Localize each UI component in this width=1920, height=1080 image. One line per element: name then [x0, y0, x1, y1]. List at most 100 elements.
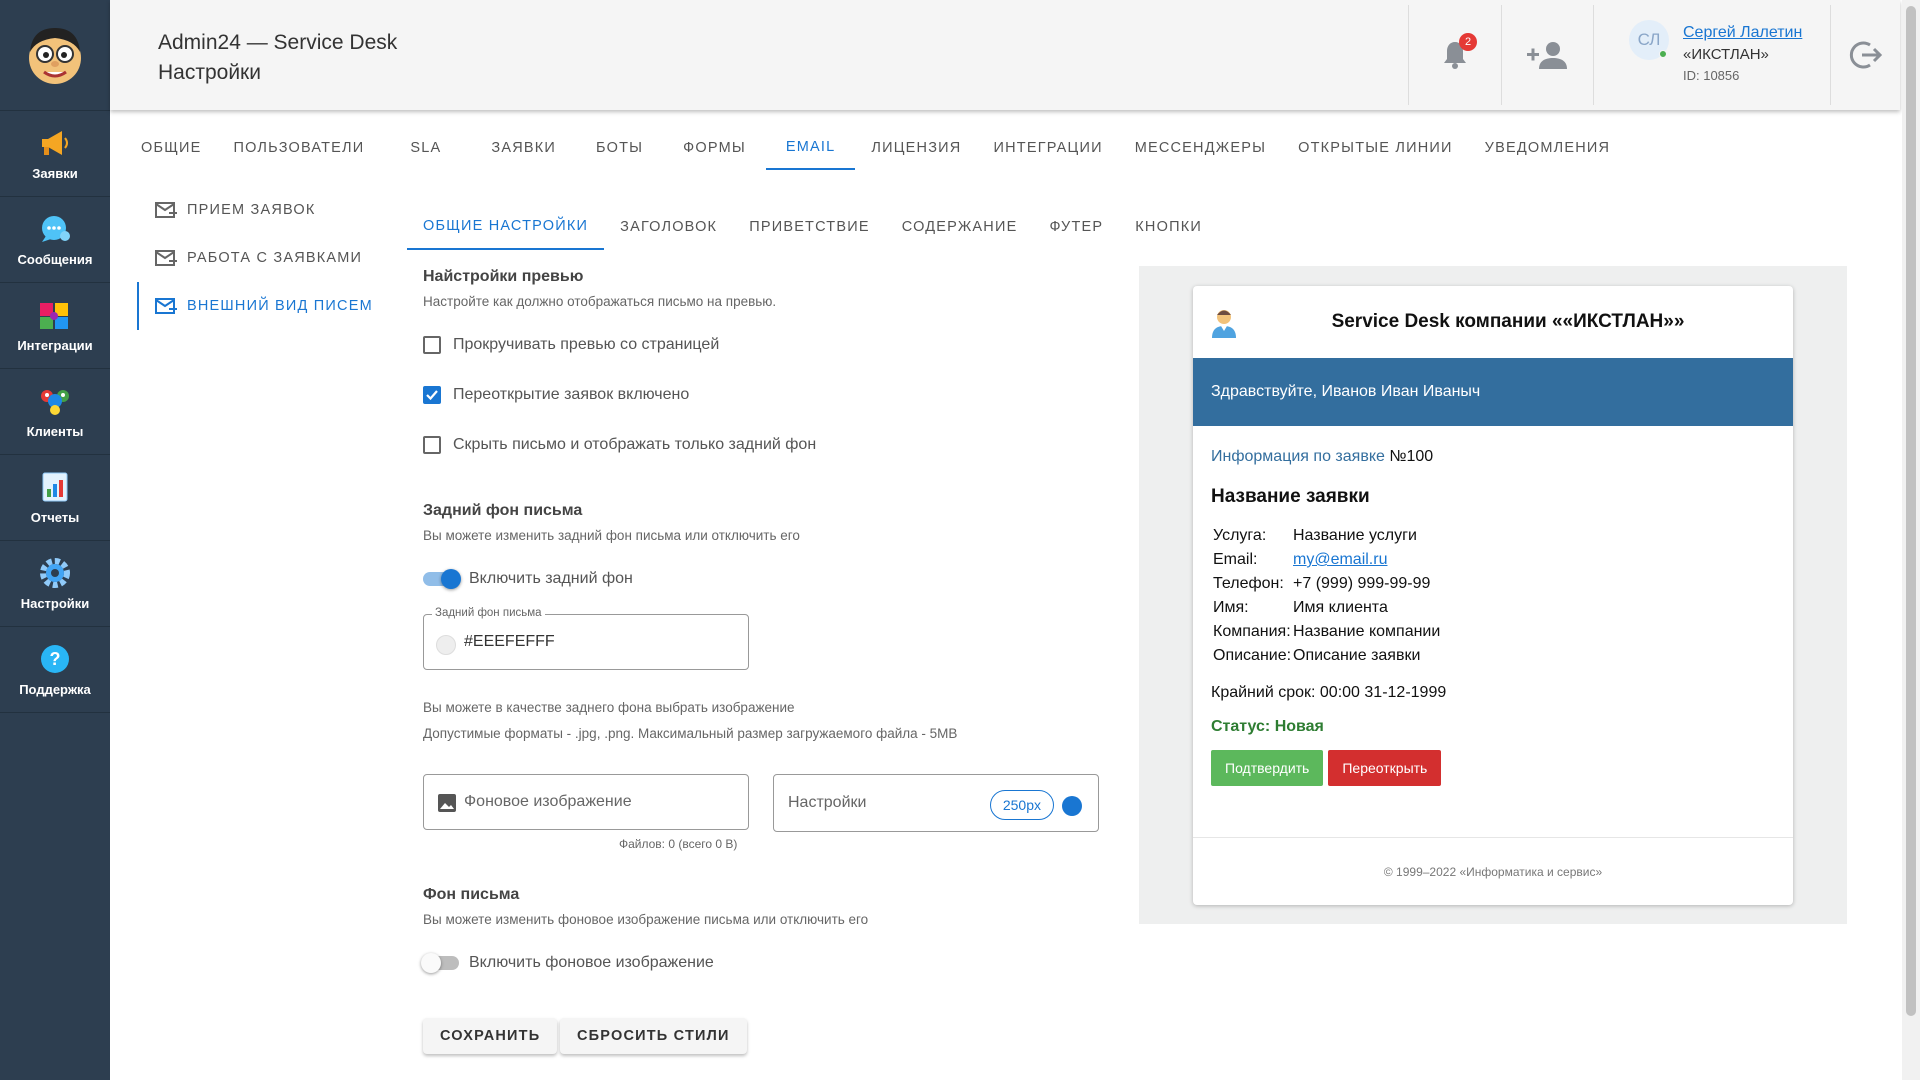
- user-name-link[interactable]: Сергей Лалетин: [1683, 22, 1802, 44]
- tab-forms[interactable]: ФОРМЫ: [663, 126, 766, 170]
- tab-notifications[interactable]: УВЕДОМЛЕНИЯ: [1469, 126, 1626, 170]
- subnav-item-appearance[interactable]: ВНЕШНИЙ ВИД ПИСЕМ: [137, 282, 377, 330]
- background-color-field[interactable]: Задний фон письма #EEEFEFFF: [423, 607, 749, 670]
- hide-letter-checkbox[interactable]: Скрыть письмо и отображать только задний…: [423, 436, 816, 454]
- field-label: Задний фон письма: [432, 607, 545, 619]
- settings-tabs: ОБЩИЕ ПОЛЬЗОВАТЕЛИ SLA ЗАЯВКИ БОТЫ ФОРМЫ…: [125, 126, 1626, 170]
- user-id: ID: 10856: [1683, 68, 1740, 83]
- files-info: Файлов: 0 (всего 0 B): [619, 837, 738, 851]
- detail-row: Телефон: +7 (999) 999-99-99: [1211, 572, 1775, 596]
- sidebar-item-messages[interactable]: Сообщения: [0, 197, 110, 283]
- page-title: Настройки: [158, 61, 261, 84]
- mail-in-icon: [155, 201, 177, 219]
- scroll-preview-checkbox[interactable]: Прокручивать превью со страницей: [423, 336, 719, 354]
- tab-license[interactable]: ЛИЦЕНЗИЯ: [855, 126, 977, 170]
- request-details: Услуга: Название услуги Email: my@email.ru…: [1211, 524, 1775, 668]
- mail-appearance-icon: [155, 297, 177, 315]
- sidebar-item-support[interactable]: ? Поддержка: [0, 627, 110, 713]
- tab-email[interactable]: EMAIL: [765, 126, 856, 170]
- deadline-label: Крайний срок:: [1211, 684, 1316, 701]
- checkbox-icon: [423, 436, 441, 454]
- image-hint: Вы можете в качестве заднего фона выбрат…: [423, 700, 795, 715]
- notifications-button[interactable]: 2: [1408, 5, 1501, 105]
- logo[interactable]: [0, 0, 110, 111]
- sidebar-item-integrations[interactable]: Интеграции: [0, 283, 110, 369]
- detail-key: Компания:: [1213, 623, 1291, 640]
- user-profile[interactable]: СЛ Сергей Лалетин «ИКСТЛАН» ID: 10856: [1593, 5, 1830, 105]
- reopen-enabled-checkbox[interactable]: Переоткрытие заявок включено: [423, 386, 689, 404]
- detail-key: Email:: [1213, 551, 1258, 568]
- email-link[interactable]: my@email.ru: [1293, 551, 1387, 569]
- tab-integrations[interactable]: ИНТЕГРАЦИИ: [977, 126, 1118, 170]
- report-icon: [38, 470, 72, 504]
- sidebar-item-label: Интеграции: [17, 338, 93, 353]
- people-icon: [38, 384, 72, 418]
- sidebar-item-settings[interactable]: Настройки: [0, 541, 110, 627]
- reset-styles-button[interactable]: СБРОСИТЬ СТИЛИ: [560, 1018, 747, 1054]
- subnav-label: РАБОТА С ЗАЯВКАМИ: [187, 250, 363, 266]
- gear-icon: [38, 556, 72, 590]
- email-greeting: Здравствуйте, Иванов Иван Иваныч: [1193, 358, 1793, 426]
- add-user-button[interactable]: [1501, 5, 1593, 105]
- tab-requests[interactable]: ЗАЯВКИ: [471, 126, 576, 170]
- tab-bots[interactable]: БОТЫ: [576, 126, 663, 170]
- checkbox-icon: [423, 336, 441, 354]
- sidebar-item-clients[interactable]: Клиенты: [0, 369, 110, 455]
- tab-sla[interactable]: SLA: [380, 126, 471, 170]
- tab-open-lines[interactable]: ОТКРЫТЫЕ ЛИНИИ: [1282, 126, 1469, 170]
- checkbox-label: Скрыть письмо и отображать только задний…: [453, 436, 817, 453]
- detail-row: Email: my@email.ru: [1211, 548, 1775, 572]
- save-button[interactable]: СОХРАНИТЬ: [423, 1018, 558, 1054]
- detail-value: +7 (999) 999-99-99: [1293, 575, 1431, 592]
- sidebar-item-requests[interactable]: Заявки: [0, 111, 110, 197]
- app-title: Admin24 — Service Desk: [158, 31, 398, 54]
- background-toggle[interactable]: Включить задний фон: [423, 569, 633, 589]
- tab-general-settings[interactable]: ОБЩИЕ НАСТРОЙКИ: [407, 204, 605, 250]
- preview-settings-desc: Настройте как должно отображаться письмо…: [423, 294, 777, 309]
- image-placeholder: Фоновое изображение: [464, 793, 632, 810]
- user-company: «ИКСТЛАН»: [1683, 46, 1769, 63]
- sidebar-item-reports[interactable]: Отчеты: [0, 455, 110, 541]
- subnav-item-receive[interactable]: ПРИЕМ ЗАЯВОК: [137, 186, 377, 234]
- toggle-label: Включить задний фон: [469, 570, 633, 587]
- image-icon: [438, 794, 456, 812]
- reopen-button[interactable]: Переоткрыть: [1328, 750, 1442, 786]
- tab-messengers[interactable]: МЕССЕНДЖЕРЫ: [1119, 126, 1282, 170]
- image-settings-field[interactable]: Настройки 250px: [773, 774, 1099, 832]
- tab-footer[interactable]: ФУТЕР: [1033, 204, 1119, 250]
- tab-greeting[interactable]: ПРИВЕТСТВИЕ: [733, 204, 886, 250]
- tab-content[interactable]: СОДЕРЖАНИЕ: [886, 204, 1034, 250]
- toggle-switch[interactable]: [421, 953, 459, 973]
- color-swatch[interactable]: [436, 635, 456, 655]
- email-header: Service Desk компании ««ИКСТЛАН»»: [1193, 286, 1793, 358]
- email-body: Информация по заявке №100 Название заявк…: [1193, 426, 1793, 786]
- toggle-label: Включить фоновое изображение: [469, 954, 714, 971]
- subnav-label: ВНЕШНИЙ ВИД ПИСЕМ: [187, 298, 373, 314]
- subnav-label: ПРИЕМ ЗАЯВОК: [187, 202, 316, 218]
- size-slider-handle[interactable]: [1062, 796, 1082, 816]
- subnav-item-work[interactable]: РАБОТА С ЗАЯВКАМИ: [137, 234, 377, 282]
- support-agent-icon: [1212, 310, 1236, 338]
- tab-general[interactable]: ОБЩИЕ: [125, 126, 217, 170]
- detail-row: Компания: Название компании: [1211, 620, 1775, 644]
- scrollbar-thumb[interactable]: [1906, 6, 1916, 1016]
- help-icon: ?: [38, 642, 72, 676]
- status-text: Статус: Новая: [1211, 718, 1324, 735]
- page-scrollbar[interactable]: [1902, 0, 1920, 1080]
- tab-buttons[interactable]: КНОПКИ: [1119, 204, 1218, 250]
- size-chip[interactable]: 250px: [989, 790, 1054, 820]
- logout-button[interactable]: [1830, 5, 1900, 105]
- background-title: Задний фон письма: [423, 502, 583, 519]
- svg-text:?: ?: [50, 649, 61, 669]
- detail-value: Название компании: [1293, 623, 1441, 640]
- logout-icon: [1849, 41, 1882, 69]
- letter-bg-toggle[interactable]: Включить фоновое изображение: [421, 953, 714, 973]
- confirm-button[interactable]: Подтвердить: [1211, 750, 1324, 786]
- face-logo-icon: [29, 28, 81, 84]
- tab-users[interactable]: ПОЛЬЗОВАТЕЛИ: [217, 126, 380, 170]
- checkbox-label: Прокручивать превью со страницей: [453, 336, 720, 353]
- detail-key: Услуга:: [1213, 527, 1267, 544]
- background-image-field[interactable]: Фоновое изображение: [423, 774, 749, 830]
- toggle-switch[interactable]: [423, 569, 461, 589]
- tab-header[interactable]: ЗАГОЛОВОК: [604, 204, 733, 250]
